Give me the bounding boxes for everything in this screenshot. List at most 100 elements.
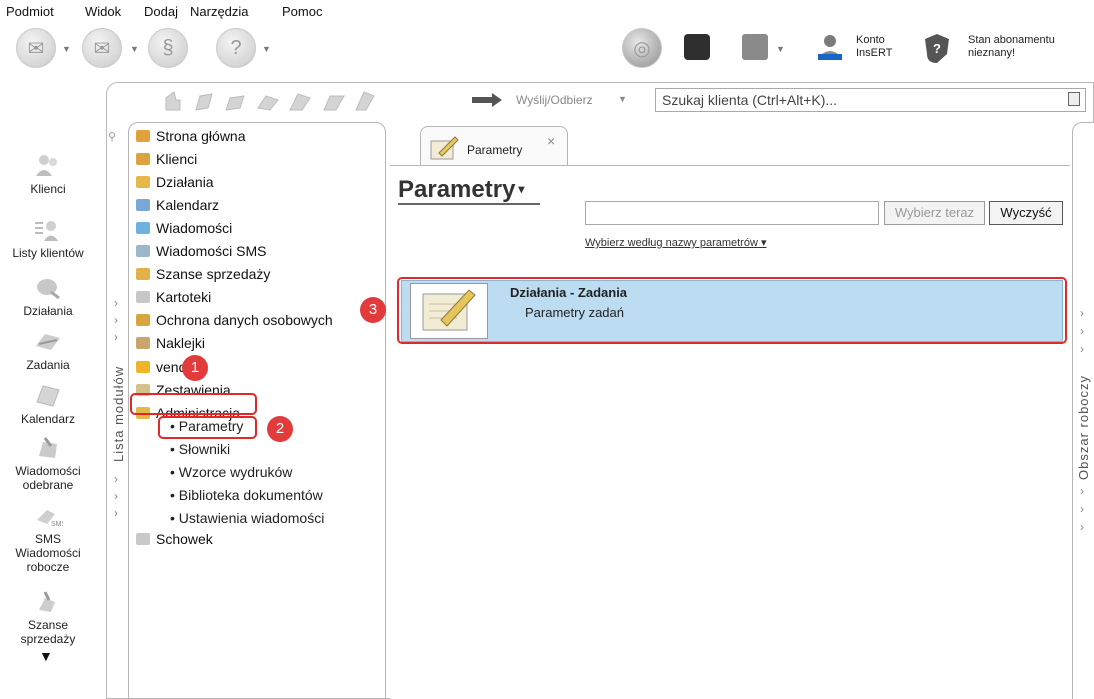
calendar-icon: [33, 382, 63, 408]
module-icon: [136, 245, 150, 257]
menu-dodaj[interactable]: Dodaj: [144, 4, 178, 19]
tree-subitem-ustawienia-wiadomosci[interactable]: • Ustawienia wiadomości: [170, 510, 324, 526]
title-underline: [398, 203, 540, 205]
workspace-label: Obszar roboczy: [1076, 374, 1091, 480]
cloud-icon[interactable]: [742, 34, 768, 60]
tree-item-3[interactable]: Kalendarz: [136, 197, 219, 213]
client-search-input[interactable]: Szukaj klienta (Ctrl+Alt+K)...: [655, 88, 1086, 112]
clear-button[interactable]: Wyczyść: [989, 201, 1063, 225]
send-receive-icon[interactable]: [470, 91, 510, 111]
sidebar-item-zadania[interactable]: Zadania: [0, 328, 96, 372]
actions-icon: [33, 274, 63, 300]
menu-podmiot[interactable]: Podmiot: [6, 4, 54, 19]
tree-subitem-biblioteka-dokumentow[interactable]: • Biblioteka dokumentów: [170, 487, 323, 503]
tab-divider: [390, 165, 1070, 166]
tree-item-5[interactable]: Wiadomości SMS: [136, 243, 266, 259]
chevron-right-icon[interactable]: ›: [114, 330, 118, 344]
send-receive-button[interactable]: Wyślij/Odbierz: [516, 93, 593, 107]
parameter-search-input[interactable]: [585, 201, 879, 225]
main-toolbar: ✉ ▼ ✉ ▼ § ? ▼ ◎ ▼ Konto InsERT ? Stan ab…: [0, 22, 1094, 80]
menu-bar: Podmiot Widok Dodaj Narzędzia Pomoc: [0, 0, 1094, 22]
module-icon: [136, 176, 150, 188]
annotation-badge-1: 1: [182, 355, 208, 381]
sidebar-item-klienci[interactable]: Klienci: [0, 152, 96, 196]
tab-parametry[interactable]: Parametry ×: [420, 126, 568, 166]
module-icon: [136, 199, 150, 211]
sidebar-item-szanse-sprzedazy[interactable]: Szanse sprzedaży: [0, 588, 96, 646]
menu-widok[interactable]: Widok: [85, 4, 121, 19]
module-icon: [136, 222, 150, 234]
sidebar-item-dzialania[interactable]: Działania: [0, 274, 96, 318]
annotation-badge-2: 2: [267, 416, 293, 442]
chevron-right-icon[interactable]: ›: [1080, 324, 1084, 338]
shield-icon[interactable]: ?: [922, 32, 952, 64]
account-icon[interactable]: [814, 32, 846, 62]
highlight-administracja: [130, 393, 257, 415]
chevron-right-icon[interactable]: ›: [114, 472, 118, 486]
subscription-status[interactable]: Stan abonamentu nieznany!: [968, 34, 1055, 60]
tree-item-1[interactable]: Klienci: [136, 151, 197, 167]
chevron-down-icon[interactable]: ▼: [130, 44, 139, 54]
module-icon: [136, 268, 150, 280]
chevron-right-icon[interactable]: ›: [114, 313, 118, 327]
chevron-right-icon[interactable]: ›: [114, 489, 118, 503]
chevron-down-icon[interactable]: ▼: [776, 44, 785, 54]
sync-icon[interactable]: §: [148, 28, 188, 68]
sidebar-item-sms-wiadomosci-robocze[interactable]: SMS SMS Wiadomości robocze: [0, 502, 96, 574]
tree-item-6[interactable]: Szanse sprzedaży: [136, 266, 270, 282]
tree-subitem-wzorce-wydrukow[interactable]: • Wzorce wydruków: [170, 464, 292, 480]
chevron-right-icon[interactable]: ›: [114, 506, 118, 520]
module-list-label[interactable]: Lista modułów: [111, 366, 126, 462]
tree-item-8[interactable]: Ochrona danych osobowych: [136, 312, 333, 328]
package-icon[interactable]: [684, 34, 710, 60]
account-label[interactable]: Konto InsERT: [856, 34, 892, 60]
folder-icon: [136, 533, 150, 545]
chevron-right-icon[interactable]: ›: [1080, 502, 1084, 516]
action-icons-strip[interactable]: [160, 88, 410, 114]
chevron-right-icon[interactable]: ›: [114, 296, 118, 310]
chevron-down-icon: ▾: [760, 237, 767, 249]
chevron-down-icon[interactable]: ▾: [518, 182, 524, 196]
client-lists-icon: [33, 216, 63, 242]
chevron-right-icon[interactable]: ›: [1080, 342, 1084, 356]
pin-icon[interactable]: ⚲: [108, 130, 116, 143]
menu-narzedzia[interactable]: Narzędzia: [190, 4, 249, 19]
globe-icon[interactable]: ◎: [622, 28, 662, 68]
chevron-right-icon[interactable]: ›: [1080, 306, 1084, 320]
close-tab-icon[interactable]: ×: [547, 133, 555, 149]
page-title[interactable]: Parametry ▾: [398, 176, 524, 204]
scroll-down-icon[interactable]: ▼: [39, 648, 53, 664]
search-options-icon[interactable]: [1068, 92, 1080, 106]
sms-drafts-icon: SMS: [33, 502, 67, 528]
chevron-down-icon[interactable]: ▼: [62, 44, 71, 54]
help-icon[interactable]: ?: [216, 28, 256, 68]
highlight-result-row: [397, 277, 1067, 344]
chevron-right-icon[interactable]: ›: [1080, 520, 1084, 534]
module-icon: [136, 314, 150, 326]
highlight-parametry: [158, 416, 257, 439]
tree-item-0[interactable]: Strona główna: [136, 128, 246, 144]
module-icon: [136, 361, 150, 373]
chevron-down-icon[interactable]: ▼: [618, 94, 627, 104]
clients-icon: [33, 152, 63, 178]
left-sidebar: Klienci Listy klientów Działania Zadania…: [0, 80, 96, 699]
tree-item-7[interactable]: Kartoteki: [136, 289, 211, 305]
choose-now-button[interactable]: Wybierz teraz: [884, 201, 985, 225]
filter-by-name-link[interactable]: Wybierz według nazwy parametrów ▾: [585, 236, 767, 249]
sidebar-item-wiadomosci-odebrane[interactable]: Wiadomości odebrane: [0, 434, 96, 492]
inbox-icon: [33, 434, 63, 460]
parameters-icon: [430, 136, 459, 160]
tree-item-schowek[interactable]: Schowek: [136, 531, 213, 547]
receive-mail-icon[interactable]: ✉: [82, 28, 122, 68]
sidebar-item-listy-klientow[interactable]: Listy klientów: [0, 216, 96, 260]
tree-item-2[interactable]: Działania: [136, 174, 214, 190]
sidebar-item-kalendarz[interactable]: Kalendarz: [0, 382, 96, 426]
tree-item-9[interactable]: Naklejki: [136, 335, 205, 351]
chevron-right-icon[interactable]: ›: [1080, 484, 1084, 498]
send-mail-icon[interactable]: ✉: [16, 28, 56, 68]
tree-item-4[interactable]: Wiadomości: [136, 220, 232, 236]
menu-pomoc[interactable]: Pomoc: [282, 4, 322, 19]
annotation-badge-3: 3: [360, 297, 386, 323]
tree-subitem-slowniki[interactable]: • Słowniki: [170, 441, 230, 457]
chevron-down-icon[interactable]: ▼: [262, 44, 271, 54]
